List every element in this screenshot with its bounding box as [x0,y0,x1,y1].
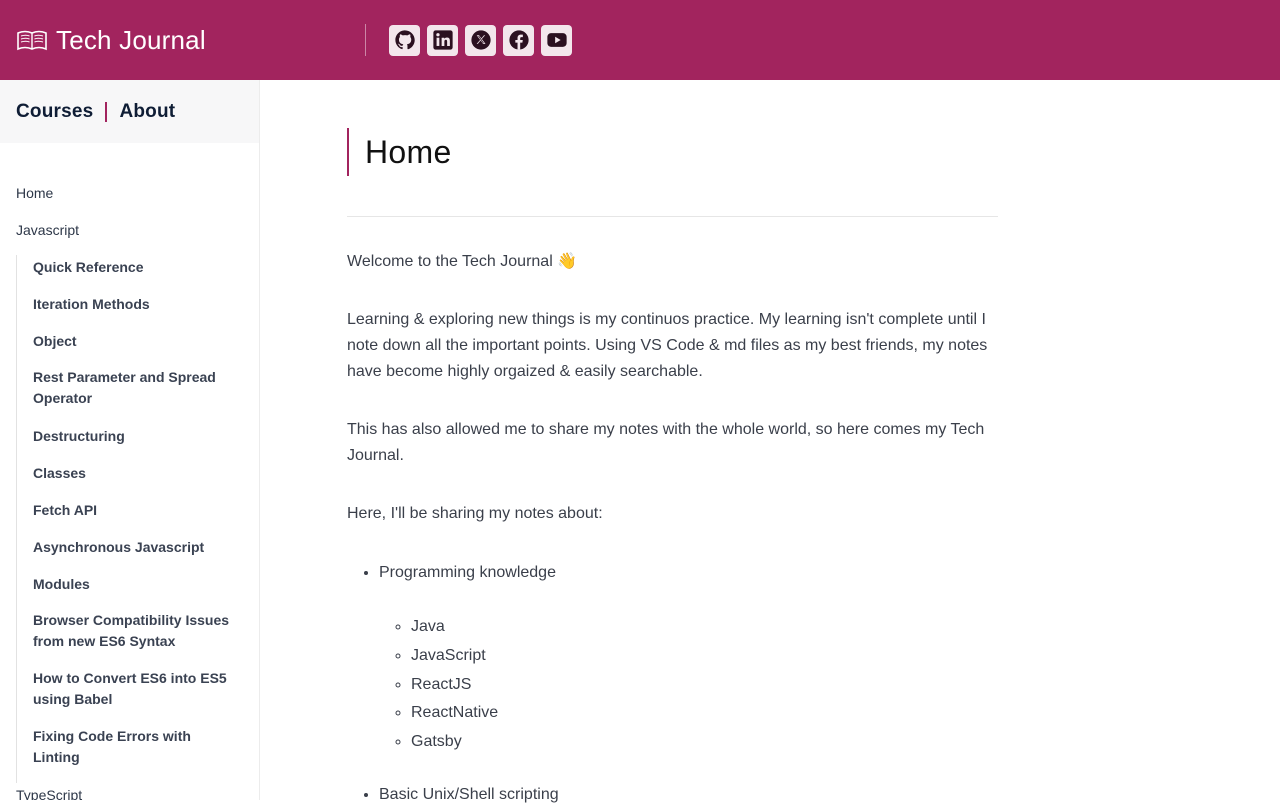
page-title-block: Home [347,128,998,176]
about-link[interactable]: About [119,101,175,123]
topics-list: Programming knowledge Java JavaScript Re… [347,560,998,808]
youtube-icon[interactable] [541,24,572,56]
list-item-unix: Basic Unix/Shell scripting [379,785,559,803]
sidebar-nav: Home Javascript Quick Reference Iteratio… [0,143,259,800]
main-content: Home Welcome to the Tech Journal 👋 Learn… [347,80,998,808]
list-item: Basic Unix/Shell scripting [379,782,998,808]
sidebar-item-linting[interactable]: Fixing Code Errors with Linting [17,725,237,783]
sidebar-item-classes[interactable]: Classes [17,461,237,498]
list-item: Programming knowledge Java JavaScript Re… [379,560,998,757]
sidebar-item-quick-reference[interactable]: Quick Reference [17,255,237,292]
sidebar-item-iteration-methods[interactable]: Iteration Methods [17,292,237,329]
notes-about-paragraph: Here, I'll be sharing my notes about: [347,505,603,522]
title-divider [347,216,998,217]
sidebar-item-destructuring[interactable]: Destructuring [17,424,237,461]
sidebar-item-rest-spread[interactable]: Rest Parameter and Spread Operator [17,366,237,424]
list-item: JavaScript [411,642,998,671]
header-divider [365,24,366,56]
list-item: Java [411,613,998,642]
sidebar-item-browser-compat[interactable]: Browser Compatibility Issues from new ES… [17,609,237,667]
welcome-paragraph: Welcome to the Tech Journal 👋 [347,253,578,270]
intro-paragraph: Learning & exploring new things is my co… [347,311,988,380]
list-item: ReactNative [411,699,998,728]
sidebar-item-typescript[interactable]: TypeScript [0,783,259,800]
open-book-icon [16,29,48,51]
sidebar: Courses About Home Javascript Quick Refe… [0,80,260,800]
sidebar-item-javascript[interactable]: Javascript [0,218,259,255]
facebook-icon[interactable] [503,24,534,56]
javascript-subnav: Quick Reference Iteration Methods Object… [16,255,259,783]
x-twitter-icon[interactable] [465,24,496,56]
sidebar-top-nav: Courses About [0,80,259,143]
sidebar-item-es6-to-es5[interactable]: How to Convert ES6 into ES5 using Babel [17,667,237,725]
top-header: Tech Journal [0,0,1280,80]
sidebar-item-async-javascript[interactable]: Asynchronous Javascript [17,535,237,572]
top-nav-separator [105,101,108,122]
linkedin-icon[interactable] [427,24,458,56]
social-links [389,24,579,56]
list-item-programming: Programming knowledge [379,564,556,581]
share-paragraph: This has also allowed me to share my not… [347,421,985,464]
page-title: Home [365,133,452,170]
site-title: Tech Journal [56,24,206,55]
sidebar-item-modules[interactable]: Modules [17,572,237,609]
sidebar-item-home[interactable]: Home [0,181,259,218]
github-icon[interactable] [389,24,420,56]
list-item: ReactJS [411,671,998,700]
brand[interactable]: Tech Journal [0,0,365,80]
courses-link[interactable]: Courses [16,101,93,123]
list-item: Gatsby [411,728,998,757]
sidebar-item-fetch-api[interactable]: Fetch API [17,498,237,535]
sidebar-item-object[interactable]: Object [17,329,237,366]
languages-list: Java JavaScript ReactJS ReactNative Gats… [379,613,998,757]
